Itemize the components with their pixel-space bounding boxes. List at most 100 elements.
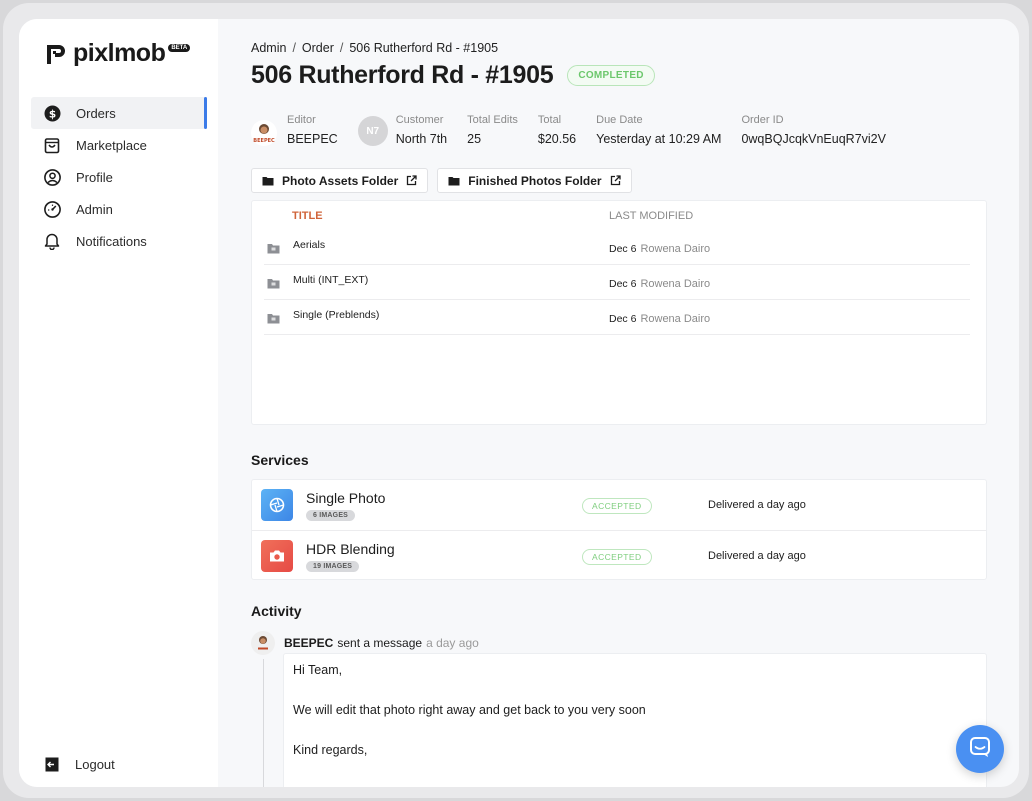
files-table-header: TITLE LAST MODIFIED [292,210,970,230]
app-name: pixlmob [73,39,166,67]
title-row: 506 Rutherford Rd - #1905 COMPLETED [251,61,655,90]
table-row[interactable]: Single (Preblends) Dec 6 Rowena Dairo [264,300,970,335]
activity-action: sent a message [337,636,423,650]
message-line: Hi Team, [293,663,343,677]
activity-heading: Activity [251,603,302,619]
edits-meta: Total Edits 25 [467,114,518,146]
breadcrumb-order[interactable]: Order [302,41,334,55]
due-date-meta: Due Date Yesterday at 10:29 AM [596,114,721,146]
customer-meta: Customer North 7th [396,114,447,146]
order-id-label: Order ID [741,114,784,126]
folder-flag-icon [267,243,281,254]
breadcrumb-current: 506 Rutherford Rd - #1905 [349,41,499,55]
sidebar: pixlmob BETA $ Orders Marketplace Profil… [19,19,218,787]
order-meta: BEEPEC Editor BEEPEC N7 Customer North 7… [251,114,906,146]
service-row[interactable]: HDR Blending 19 IMAGES ACCEPTED Delivere… [252,530,986,580]
services-list: Single Photo 6 IMAGES ACCEPTED Delivered… [251,479,987,580]
editor-meta: Editor BEEPEC [287,114,338,146]
finished-photos-folder-button[interactable]: Finished Photos Folder [437,168,632,193]
table-row[interactable]: Multi (INT_EXT) Dec 6 Rowena Dairo [264,265,970,300]
column-header-last-modified[interactable]: LAST MODIFIED [609,210,693,222]
activity-user[interactable]: BEEPEC [284,636,333,650]
message-line: We will edit that photo right away and g… [293,703,646,717]
sidebar-nav: $ Orders Marketplace Profile Admin Notif… [31,97,207,257]
service-status-badge: ACCEPTED [582,549,652,565]
aperture-icon [261,489,293,521]
sidebar-item-orders[interactable]: $ Orders [31,97,207,129]
logout-label: Logout [75,756,115,772]
main-content: Admin / Order / 506 Rutherford Rd - #1905 50… [218,19,1019,787]
file-editor: Rowena Dairo [640,243,711,255]
file-name: Aerials [293,239,326,251]
folder-icon [262,176,274,186]
folder-flag-icon [267,313,281,324]
service-image-count: 19 IMAGES [306,561,360,572]
external-link-icon [610,175,621,186]
file-modified: Dec 6 Rowena Dairo [609,313,710,325]
file-name: Multi (INT_EXT) [293,274,369,286]
gauge-icon [43,200,61,218]
breadcrumb: Admin / Order / 506 Rutherford Rd - #1905 [251,41,498,55]
folder-icon [448,176,460,186]
editor-avatar: BEEPEC [251,120,277,146]
breadcrumb-separator: / [339,41,344,55]
file-date: Dec 6 [609,243,637,255]
service-delivered: Delivered a day ago [708,499,806,511]
device-frame: pixlmob BETA $ Orders Marketplace Profil… [3,3,1029,798]
bell-icon [43,232,61,250]
service-row[interactable]: Single Photo 6 IMAGES ACCEPTED Delivered… [252,480,986,530]
beta-badge: BETA [168,43,191,52]
customer-label: Customer [395,114,444,126]
activity-message: Hi Team, We will edit that photo right a… [283,653,987,787]
sidebar-item-label: Marketplace [76,137,147,153]
status-badge: COMPLETED [567,65,655,86]
sidebar-item-profile[interactable]: Profile [31,161,206,193]
order-id-meta: Order ID 0wqBQJcqkVnEuqR7vi2V [741,114,886,146]
file-editor: Rowena Dairo [640,278,711,290]
external-link-icon [406,175,417,186]
total-value: $20.56 [537,132,577,146]
customer-avatar: N7 [357,116,388,146]
files-table: TITLE LAST MODIFIED Aerials Dec 6 Rowena … [251,200,987,425]
folder-buttons: Photo Assets Folder Finished Photos Fold… [251,168,641,193]
editor-label: Editor [287,114,316,126]
logout-button[interactable]: Logout [43,755,115,773]
table-row[interactable]: Aerials Dec 6 Rowena Dairo [264,230,970,265]
breadcrumb-separator: / [292,41,296,55]
sidebar-item-admin[interactable]: Admin [31,193,206,225]
chat-launcher-button[interactable] [956,725,1004,773]
sidebar-item-label: Admin [76,201,113,217]
activity-time: a day ago [426,636,479,650]
app-logo[interactable]: pixlmob BETA [45,39,191,68]
breadcrumb-admin[interactable]: Admin [251,41,286,55]
file-modified: Dec 6 Rowena Dairo [609,243,710,255]
shopping-bag-icon [43,136,61,154]
finished-photos-folder-label: Finished Photos Folder [468,173,602,188]
sidebar-item-marketplace[interactable]: Marketplace [31,129,206,161]
svg-text:$: $ [48,108,55,120]
sidebar-item-notifications[interactable]: Notifications [31,225,206,257]
due-date-value: Yesterday at 10:29 AM [596,132,722,146]
svg-text:BEEPEC: BEEPEC [253,138,275,144]
activity-user-avatar [251,631,275,655]
edits-label: Total Edits [467,114,518,126]
service-delivered: Delivered a day ago [708,550,806,562]
page-title: 506 Rutherford Rd - #1905 [251,61,554,89]
message-line: Kind regards, [293,743,368,757]
activity-entry-header: BEEPEC sent a message a day ago [251,631,479,655]
services-heading: Services [251,452,309,468]
service-name: HDR Blending [306,541,395,557]
service-name: Single Photo [306,490,386,506]
file-modified: Dec 6 Rowena Dairo [609,278,710,290]
photo-assets-folder-label: Photo Assets Folder [282,173,399,188]
sidebar-item-label: Profile [76,169,113,185]
total-meta: Total $20.56 [538,114,576,146]
service-status-badge: ACCEPTED [582,498,652,514]
user-circle-icon [43,168,61,186]
edits-value: 25 [467,132,482,146]
column-header-title[interactable]: TITLE [292,210,323,222]
logout-icon [43,755,61,773]
folder-flag-icon [267,278,281,289]
photo-assets-folder-button[interactable]: Photo Assets Folder [251,168,429,193]
pixlmob-logo-icon [45,42,67,66]
